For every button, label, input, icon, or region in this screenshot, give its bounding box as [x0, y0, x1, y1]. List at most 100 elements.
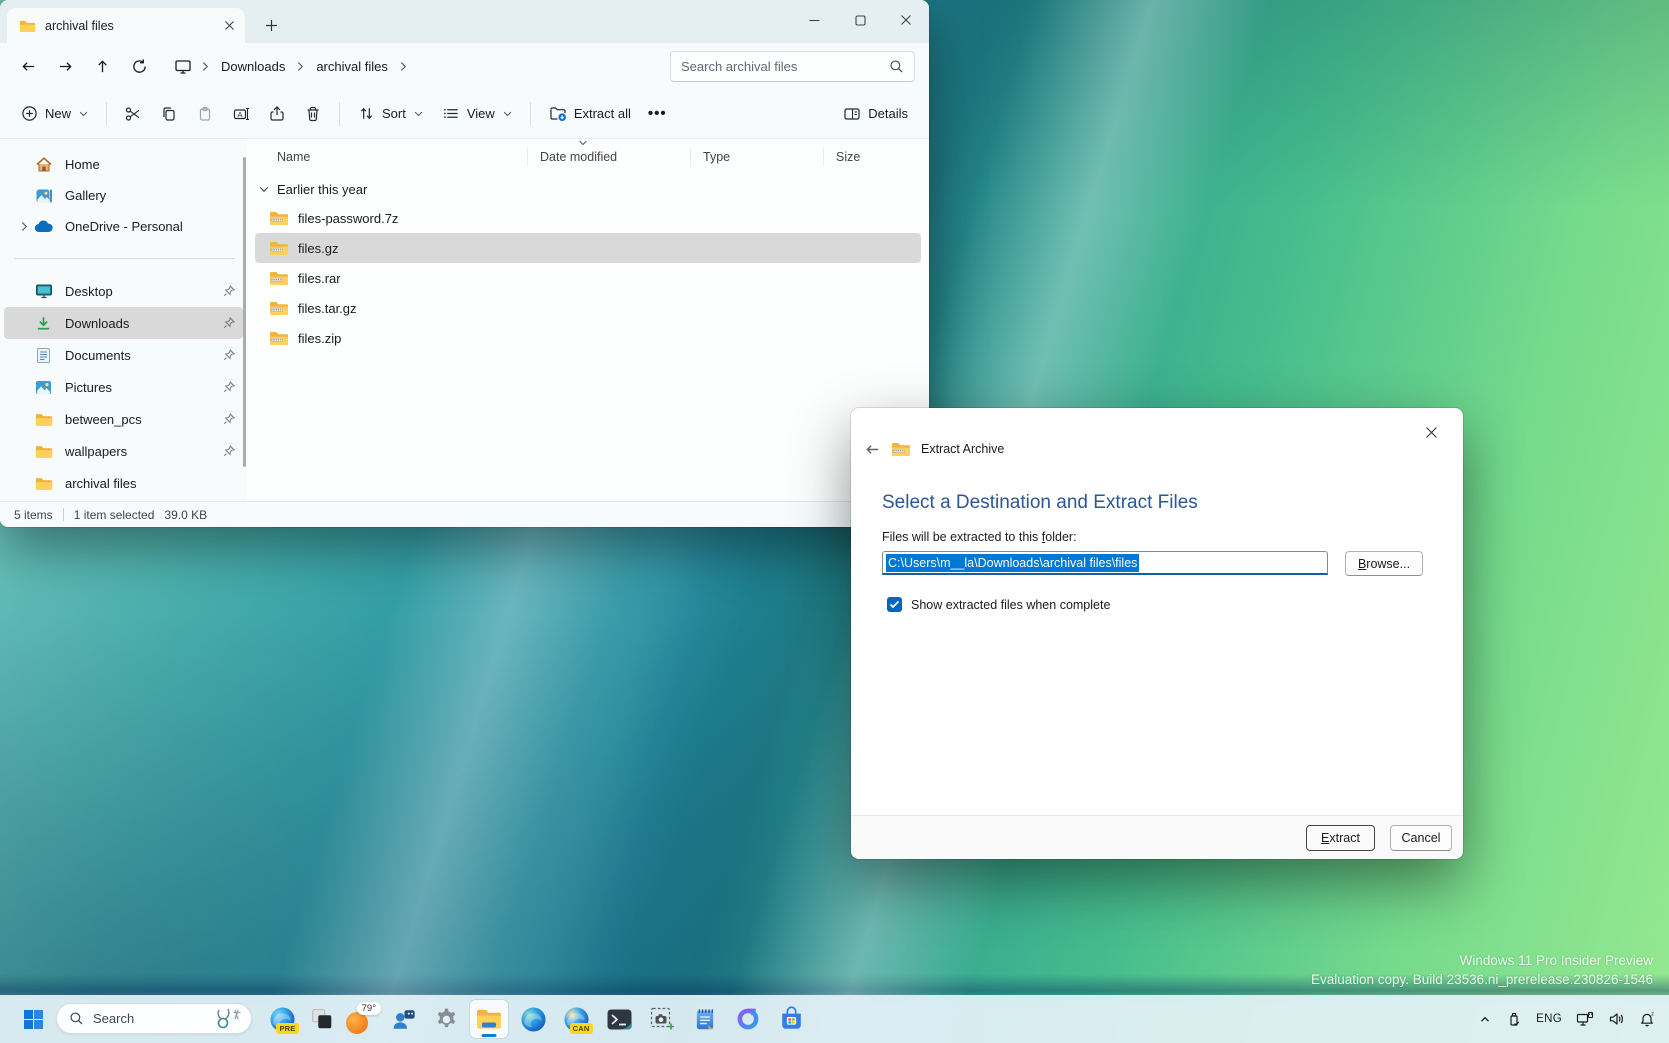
column-name[interactable]: Name	[277, 139, 527, 175]
search-box[interactable]	[670, 51, 915, 82]
sidebar-item-downloads[interactable]: Downloads	[4, 307, 243, 339]
gallery-icon	[34, 186, 53, 205]
expand-chevron-icon[interactable]	[14, 221, 34, 232]
usb-eject-icon[interactable]	[1501, 1002, 1527, 1036]
breadcrumb-archival-files[interactable]: archival files	[308, 55, 396, 78]
weather-widget-icon[interactable]: 79°	[343, 1000, 381, 1038]
this-pc-icon[interactable]	[168, 50, 198, 82]
extract-all-button[interactable]: Extract all	[540, 98, 640, 130]
column-size[interactable]: Size	[836, 139, 926, 175]
up-icon[interactable]	[84, 50, 121, 82]
rename-icon[interactable]: A	[224, 97, 258, 131]
language-indicator[interactable]: ENG	[1531, 1002, 1567, 1036]
cut-icon[interactable]	[116, 97, 150, 131]
microsoft-store-icon[interactable]	[772, 1000, 810, 1038]
file-row[interactable]: files.tar.gz	[255, 293, 921, 323]
folder-icon	[34, 410, 53, 429]
start-button[interactable]	[14, 1000, 52, 1038]
column-separator[interactable]	[823, 148, 824, 166]
documents-icon	[34, 346, 53, 365]
column-date-modified[interactable]: Date modified	[540, 139, 690, 175]
column-separator[interactable]	[527, 148, 528, 166]
extract-all-icon	[549, 105, 567, 123]
chevron-right-icon	[202, 61, 209, 72]
search-icon	[69, 1011, 84, 1026]
view-icon	[443, 105, 460, 122]
sidebar-item-home[interactable]: Home	[4, 149, 243, 180]
new-tab-button[interactable]	[258, 12, 284, 38]
file-row[interactable]: files.rar	[255, 263, 921, 293]
hidden-icons-chevron-icon[interactable]	[1473, 1002, 1497, 1036]
sidebar-item-gallery[interactable]: Gallery	[4, 180, 243, 211]
notepad-icon[interactable]	[686, 1000, 724, 1038]
back-icon[interactable]	[10, 50, 47, 82]
file-row[interactable]: files-password.7z	[255, 203, 921, 233]
sidebar-item-onedrive[interactable]: OneDrive - Personal	[4, 211, 243, 242]
details-button[interactable]: Details	[834, 98, 917, 130]
insider-watermark: Windows 11 Pro Insider Preview Evaluatio…	[1311, 951, 1653, 989]
close-button[interactable]	[883, 0, 929, 40]
paste-icon[interactable]	[188, 97, 222, 131]
volume-icon[interactable]	[1603, 1002, 1630, 1036]
dialog-back-icon[interactable]	[864, 442, 881, 457]
cancel-button[interactable]: Cancel	[1390, 825, 1452, 851]
chevron-right-icon[interactable]	[400, 61, 407, 72]
selection-size: 39.0 KB	[164, 508, 207, 522]
snipping-tool-icon[interactable]	[643, 1000, 681, 1038]
edge-preview-icon[interactable]: PRE	[263, 1000, 301, 1038]
sort-descending-icon	[578, 140, 588, 146]
show-extracted-label[interactable]: Show extracted files when complete	[911, 598, 1110, 612]
breadcrumb-downloads[interactable]: Downloads	[213, 55, 293, 78]
dialog-close-icon[interactable]	[1411, 417, 1451, 447]
file-row-selected[interactable]: files.gz	[255, 233, 921, 263]
new-button[interactable]: New	[12, 98, 97, 129]
settings-gear-icon[interactable]	[427, 1000, 465, 1038]
extract-button[interactable]: Extract	[1306, 825, 1375, 851]
chat-icon[interactable]	[385, 1000, 423, 1038]
explorer-tab[interactable]: archival files	[7, 8, 245, 43]
sidebar-item-wallpapers[interactable]: wallpapers	[4, 435, 243, 467]
group-header-earlier-this-year[interactable]: Earlier this year	[247, 175, 929, 203]
sidebar-item-between-pcs[interactable]: between_pcs	[4, 403, 243, 435]
dev-home-icon[interactable]	[303, 1000, 341, 1038]
file-list: Name Date modified Type Size Earlier thi…	[247, 139, 929, 501]
column-headers: Name Date modified Type Size	[247, 139, 929, 175]
sidebar-item-documents[interactable]: Documents	[4, 339, 243, 371]
toolbar-separator	[106, 102, 107, 126]
sidebar-item-pictures[interactable]: Pictures	[4, 371, 243, 403]
sort-button[interactable]: Sort	[349, 98, 432, 129]
share-icon[interactable]	[260, 97, 294, 131]
file-row[interactable]: files.zip	[255, 323, 921, 353]
column-type[interactable]: Type	[703, 139, 823, 175]
file-explorer-taskbar-icon[interactable]	[470, 1000, 508, 1038]
taskbar-search[interactable]: Search	[56, 1003, 252, 1034]
terminal-icon[interactable]	[600, 1000, 638, 1038]
forward-icon[interactable]	[47, 50, 84, 82]
edge-icon[interactable]	[514, 1000, 552, 1038]
file-explorer-window: archival files	[0, 0, 929, 527]
dialog-heading: Select a Destination and Extract Files	[882, 492, 1198, 514]
show-extracted-checkbox[interactable]	[887, 597, 902, 612]
edge-canary-icon[interactable]: CAN	[557, 1000, 595, 1038]
search-input[interactable]	[681, 59, 889, 74]
column-separator[interactable]	[690, 148, 691, 166]
refresh-icon[interactable]	[121, 50, 158, 82]
collapse-chevron-icon[interactable]	[259, 186, 269, 193]
loop-icon[interactable]	[729, 1000, 767, 1038]
zip-archive-icon	[269, 210, 289, 226]
sidebar-item-desktop[interactable]: Desktop	[4, 275, 243, 307]
destination-path-input[interactable]: C:\Users\m__la\Downloads\archival files\…	[882, 551, 1328, 575]
tab-close-icon[interactable]	[224, 20, 235, 31]
delete-icon[interactable]	[296, 97, 330, 131]
maximize-button[interactable]	[837, 0, 883, 40]
minimize-button[interactable]	[791, 0, 837, 40]
network-icon[interactable]	[1571, 1002, 1599, 1036]
sidebar-scrollbar[interactable]	[243, 157, 246, 467]
browse-button[interactable]: Browse...	[1345, 551, 1423, 576]
sidebar-item-archival-files[interactable]: archival files	[4, 467, 243, 499]
more-options-icon[interactable]: •••	[642, 105, 673, 122]
search-icon[interactable]	[889, 59, 904, 74]
notifications-bell-icon[interactable]: z	[1634, 1002, 1661, 1036]
copy-icon[interactable]	[152, 97, 186, 131]
view-button[interactable]: View	[434, 98, 521, 129]
